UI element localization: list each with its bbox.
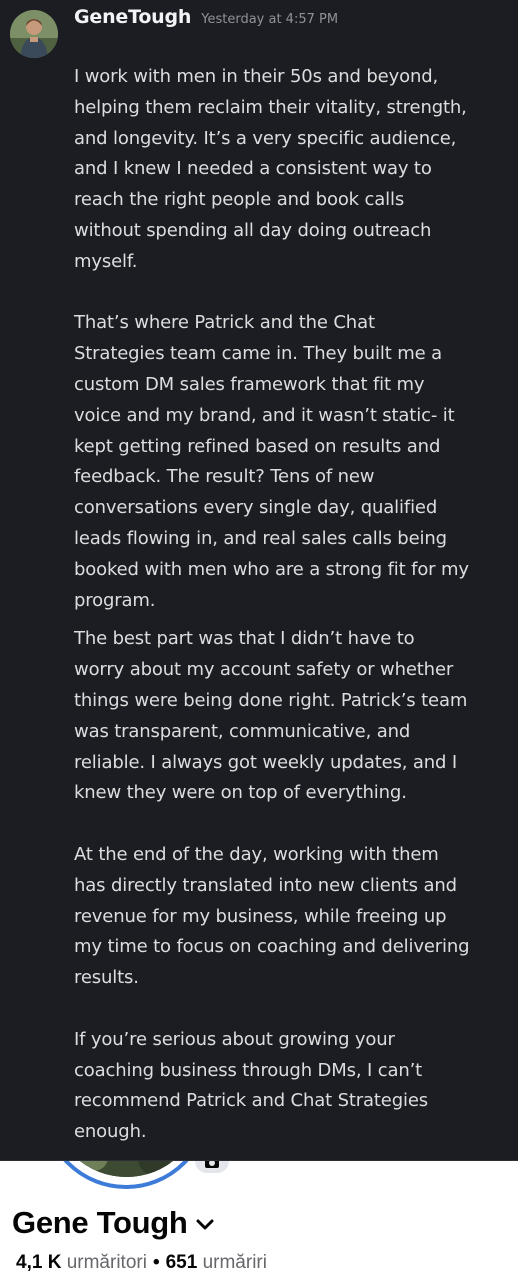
message-line: kept getting refined based on results an… [74,435,441,457]
message-header: GeneTough Yesterday at 4:57 PM [74,6,338,36]
message-line: myself. [74,250,138,272]
message-author[interactable]: GeneTough [74,6,191,28]
message-line: and longevity. It’s a very specific audi… [74,127,457,149]
message-line: helping them reclaim their vitality, str… [74,96,467,118]
message-line: That’s where Patrick and the Chat [74,312,375,334]
profile-name: Gene Tough [12,1205,188,1240]
message-line: worry about my account safety or whether [74,659,454,681]
following-link[interactable]: 651 urmăriri [166,1252,267,1273]
following-count: 651 [165,1252,198,1273]
chat-message-panel: GeneTough Yesterday at 4:57 PM I work wi… [0,0,518,1160]
message-line: conversations every single day, qualifie… [74,497,438,519]
message-line: Strategies team came in. They built me a [74,343,443,365]
message-body: I work with men in their 50s and beyond,… [74,62,514,1148]
message-line: coaching business through DMs, I can’t [74,1059,423,1081]
followers-label: urmăritori [66,1252,147,1273]
message-line: was transparent, communicative, and [74,720,411,742]
change-photo-button[interactable] [195,1161,229,1173]
message-line: has directly translated into new clients… [74,874,457,896]
message-line: feedback. The result? Tens of new [74,466,375,488]
message-line: If you’re serious about growing your [74,1028,395,1050]
message-line: custom DM sales framework that fit my [74,373,425,395]
profile-name-row[interactable]: Gene Tough [12,1205,214,1241]
followers-link[interactable]: 4,1 K urmăritori [16,1252,147,1273]
message-line: things were being done right. Patrick’s … [74,689,468,711]
message-line: At the end of the day, working with them [74,843,439,865]
message-line: voice and my brand, and it wasn’t static… [74,404,455,426]
message-timestamp: Yesterday at 4:57 PM [201,12,339,27]
stats-separator: • [152,1252,160,1273]
message-line: enough. [74,1121,147,1143]
message-line: and I knew I needed a consistent way to [74,158,432,180]
message-line: without spending all day doing outreach [74,219,432,241]
message-line: booked with men who are a strong fit for… [74,558,469,580]
profile-stats: 4,1 K urmăritori • 651 urmăriri [16,1252,267,1274]
camera-icon [205,1161,219,1168]
following-label: urmăriri [202,1252,267,1273]
message-line: my time to focus on coaching and deliver… [74,936,470,958]
message-line: reach the right people and book calls [74,189,405,211]
user-avatar[interactable] [10,10,58,58]
message-line: revenue for my business, while freeing u… [74,905,447,927]
avatar-image [10,10,58,58]
message-line: leads flowing in, and real sales calls b… [74,527,447,549]
followers-count: 4,1 K [16,1252,62,1273]
message-line: I work with men in their 50s and beyond, [74,66,439,87]
message-line: program. [74,589,156,611]
profile-header: Gene Tough 4,1 K urmăritori • 651 urmăriri [0,1161,518,1280]
message-line: The best part was that I didn’t have to [74,628,415,650]
message-line: recommend Patrick and Chat Strategies [74,1090,429,1112]
message-line: results. [74,967,139,989]
message-line: reliable. I always got weekly updates, a… [74,751,458,773]
message-line: knew they were on top of everything. [74,782,407,804]
chevron-down-icon[interactable] [196,1219,214,1231]
